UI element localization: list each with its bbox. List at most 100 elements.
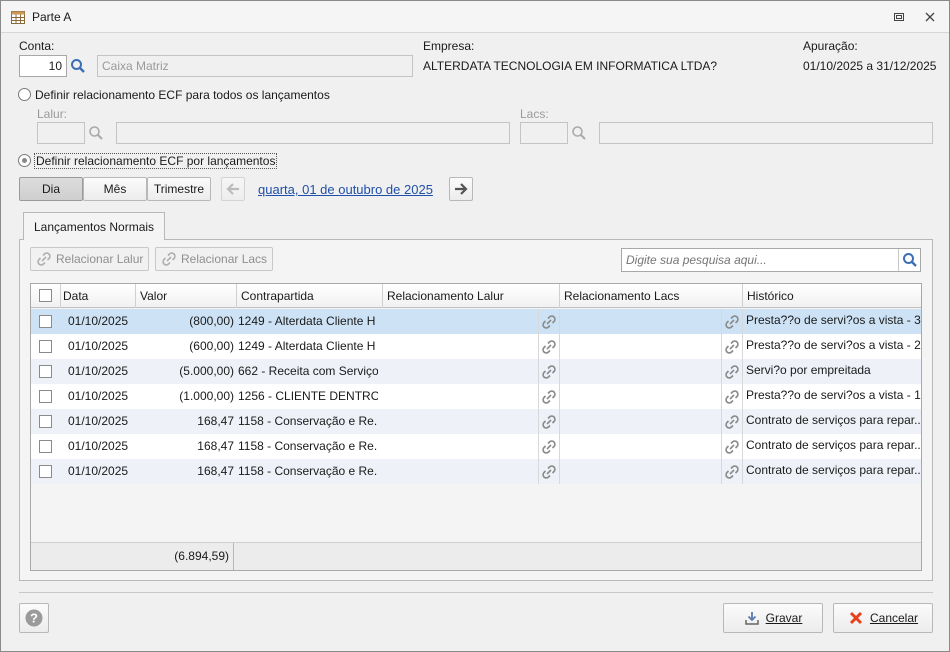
row-checkbox[interactable] (39, 440, 52, 453)
row-checkbox[interactable] (39, 465, 52, 478)
close-icon[interactable] (922, 9, 938, 25)
table-row[interactable]: 01/10/2025 (600,00) 1249 - Alterdata Clien… (31, 334, 921, 359)
conta-label: Conta: (19, 39, 55, 53)
link-lalur-icon[interactable] (538, 334, 560, 359)
radio-per-entry[interactable] (18, 154, 31, 167)
link-lacs-icon[interactable] (721, 434, 743, 459)
link-lalur-icon[interactable] (538, 434, 560, 459)
table-row[interactable]: 01/10/2025 168,47 1158 - Conservação e Re.… (31, 434, 921, 459)
spreadsheet-app-icon (10, 9, 26, 25)
lacs-code-input (520, 122, 568, 144)
header-select-all-cell (31, 284, 61, 308)
link-lalur-icon[interactable] (538, 309, 560, 334)
row-checkbox[interactable] (39, 340, 52, 353)
lalur-description-field (116, 122, 510, 144)
header-contrapartida[interactable]: Contrapartida (237, 284, 383, 308)
link-icon (37, 252, 51, 266)
cancelar-button[interactable]: Cancelar (833, 603, 933, 633)
cell-relacionamento-lacs (561, 409, 721, 434)
header-valor[interactable]: Valor (136, 284, 237, 308)
cell-contrapartida: 1256 - CLIENTE DENTRO ... (238, 389, 378, 403)
lalur-search-icon (85, 122, 107, 144)
empresa-label: Empresa: (423, 39, 475, 53)
table-row[interactable]: 01/10/2025 (800,00) 1249 - Alterdata Clien… (31, 309, 921, 334)
gravar-label: Gravar (765, 611, 803, 625)
cell-data: 01/10/2025 (68, 364, 129, 378)
relacionar-lacs-button[interactable]: Relacionar Lacs (155, 247, 274, 271)
cell-data: 01/10/2025 (68, 414, 129, 428)
entries-grid: Data Valor Contrapartida Relacionamento … (30, 283, 922, 571)
radio-all-label: Definir relacionamento ECF para todos os… (35, 88, 330, 102)
grid-header: Data Valor Contrapartida Relacionamento … (31, 284, 921, 308)
link-lacs-icon[interactable] (721, 309, 743, 334)
link-icon (162, 252, 176, 266)
lacs-label: Lacs: (520, 107, 549, 121)
current-date-link[interactable]: quarta, 01 de outubro de 2025 (258, 182, 433, 197)
link-lacs-icon[interactable] (721, 459, 743, 484)
search-box (621, 248, 921, 272)
table-row[interactable]: 01/10/2025 (1.000,00) 1256 - CLIENTE DENTR… (31, 384, 921, 409)
cell-relacionamento-lalur (383, 359, 538, 384)
conta-search-icon[interactable] (67, 55, 89, 77)
table-row[interactable]: 01/10/2025 (5.000,00) 662 - Receita com Se… (31, 359, 921, 384)
help-icon: ? (25, 609, 43, 627)
next-date-button[interactable] (449, 177, 473, 201)
cell-relacionamento-lalur (383, 459, 538, 484)
svg-text:?: ? (30, 611, 38, 626)
restore-window-icon[interactable] (891, 9, 907, 25)
cell-contrapartida: 662 - Receita com Serviços (238, 364, 378, 378)
arrow-left-icon (226, 183, 239, 195)
search-icon[interactable] (898, 249, 920, 271)
period-quarter-button[interactable]: Trimestre (147, 177, 211, 201)
apuracao-value: 01/10/2025 a 31/12/2025 (803, 59, 937, 73)
cell-valor: (800,00) (189, 314, 234, 328)
header-relacionamento-lacs[interactable]: Relacionamento Lacs (560, 284, 743, 308)
help-button[interactable]: ? (19, 603, 49, 633)
gravar-button[interactable]: Gravar (723, 603, 823, 633)
cell-relacionamento-lalur (383, 309, 538, 334)
conta-input[interactable]: 10 (19, 55, 67, 77)
cell-relacionamento-lalur (383, 409, 538, 434)
link-lacs-icon[interactable] (721, 409, 743, 434)
table-row[interactable]: 01/10/2025 168,47 1158 - Conservação e Re.… (31, 459, 921, 484)
cell-relacionamento-lalur (383, 384, 538, 409)
previous-date-button[interactable] (221, 177, 245, 201)
search-input[interactable] (622, 249, 900, 271)
cell-relacionamento-lacs (561, 309, 721, 334)
cell-historico: Contrato de serviços para repar... (746, 413, 921, 427)
radio-all-entries[interactable] (18, 88, 31, 101)
select-all-checkbox[interactable] (39, 289, 52, 302)
row-checkbox[interactable] (39, 365, 52, 378)
cell-valor: 168,47 (197, 414, 234, 428)
tab-lancamentos-normais[interactable]: Lançamentos Normais (23, 212, 166, 240)
link-lalur-icon[interactable] (538, 409, 560, 434)
row-checkbox[interactable] (39, 315, 52, 328)
period-month-button[interactable]: Mês (83, 177, 147, 201)
period-day-button[interactable]: Dia (19, 177, 83, 201)
cell-valor: (5.000,00) (179, 364, 234, 378)
header-relacionamento-lalur[interactable]: Relacionamento Lalur (383, 284, 560, 308)
header-data[interactable]: Data (59, 284, 136, 308)
header-historico[interactable]: Histórico (743, 284, 921, 308)
link-lalur-icon[interactable] (538, 459, 560, 484)
cell-relacionamento-lacs (561, 334, 721, 359)
cell-valor: (1.000,00) (179, 389, 234, 403)
relacionar-lalur-button[interactable]: Relacionar Lalur (30, 247, 150, 271)
link-lacs-icon[interactable] (721, 334, 743, 359)
link-lacs-icon[interactable] (721, 359, 743, 384)
row-checkbox[interactable] (39, 415, 52, 428)
row-checkbox[interactable] (39, 390, 52, 403)
link-lalur-icon[interactable] (538, 384, 560, 409)
table-row[interactable]: 01/10/2025 168,47 1158 - Conservação e Re.… (31, 409, 921, 434)
cell-contrapartida: 1158 - Conservação e Re... (238, 414, 378, 428)
window: Parte A Conta: 10 Caixa Matriz Empresa: … (0, 0, 950, 652)
arrow-right-icon (455, 183, 468, 195)
link-lacs-icon[interactable] (721, 384, 743, 409)
cancelar-label: Cancelar (869, 611, 919, 625)
grid-footer: (6.894,59) (31, 542, 921, 570)
link-lalur-icon[interactable] (538, 359, 560, 384)
cell-data: 01/10/2025 (68, 464, 129, 478)
cell-valor: 168,47 (197, 439, 234, 453)
apuracao-label: Apuração: (803, 39, 858, 53)
footer-separator (19, 592, 933, 593)
